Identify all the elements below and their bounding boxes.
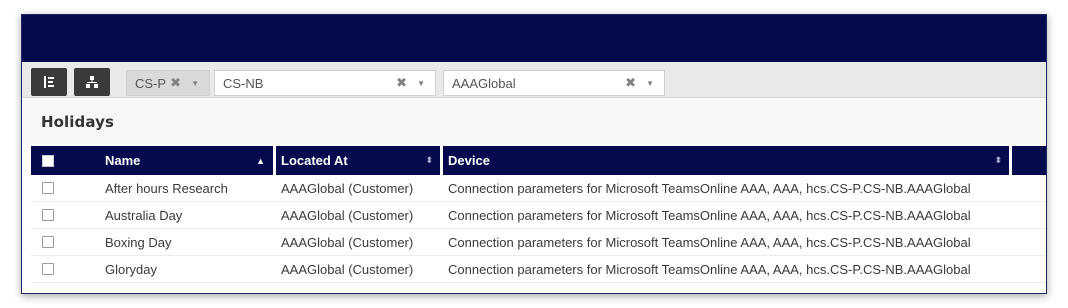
table-row[interactable]: Australia Day AAAGlobal (Customer) Conne… — [31, 202, 1046, 229]
cell-name: Gloryday — [105, 262, 158, 277]
caret-down-icon[interactable]: ▼ — [417, 79, 425, 88]
column-divider — [1009, 146, 1012, 175]
row-checkbox[interactable] — [42, 209, 54, 221]
column-header-device-label: Device — [448, 153, 490, 168]
cell-located-at: AAAGlobal (Customer) — [281, 262, 414, 277]
filter-select-3[interactable]: AAAGlobal ✖ ▼ — [443, 70, 665, 96]
table-row[interactable]: Gloryday AAAGlobal (Customer) Connection… — [31, 256, 1046, 283]
table-row[interactable]: Boxing Day AAAGlobal (Customer) Connecti… — [31, 229, 1046, 256]
caret-down-icon[interactable]: ▼ — [191, 79, 199, 88]
list-view-button[interactable] — [31, 68, 67, 96]
filter-select-1[interactable]: CS-P ✖ ▼ — [126, 70, 210, 96]
table-header: Name ▲ Located At ⬍ Device ⬍ — [31, 146, 1046, 175]
close-icon[interactable]: ✖ — [625, 75, 636, 91]
top-banner — [22, 15, 1046, 62]
page-title: Holidays — [41, 113, 115, 131]
title-area — [22, 99, 1046, 144]
cell-name: Australia Day — [105, 208, 183, 223]
cell-device: Connection parameters for Microsoft Team… — [448, 235, 971, 250]
filter-select-1-value: CS-P — [135, 75, 167, 91]
sort-icon[interactable]: ⬍ — [425, 155, 433, 166]
close-icon[interactable]: ✖ — [396, 75, 407, 91]
column-divider — [273, 146, 276, 175]
hierarchy-icon — [85, 75, 99, 89]
column-divider — [440, 146, 443, 175]
cell-located-at: AAAGlobal (Customer) — [281, 235, 414, 250]
column-header-located-at-label: Located At — [281, 153, 348, 168]
row-checkbox[interactable] — [42, 263, 54, 275]
sort-ascending-icon[interactable]: ▲ — [256, 156, 265, 166]
column-header-name-label: Name — [105, 153, 141, 168]
list-tree-icon — [42, 75, 56, 89]
column-header-name[interactable]: Name ▲ — [105, 146, 273, 175]
app-window: CS-P ✖ ▼ CS-NB ✖ ▼ AAAGlobal ✖ ▼ Holiday… — [21, 14, 1047, 294]
filter-toolbar: CS-P ✖ ▼ CS-NB ✖ ▼ AAAGlobal ✖ ▼ — [22, 62, 1046, 98]
filter-select-2[interactable]: CS-NB ✖ ▼ — [214, 70, 436, 96]
caret-down-icon[interactable]: ▼ — [646, 79, 654, 88]
cell-device: Connection parameters for Microsoft Team… — [448, 262, 971, 277]
cell-name: After hours Research — [105, 181, 228, 196]
hierarchy-view-button[interactable] — [74, 68, 110, 96]
cell-located-at: AAAGlobal (Customer) — [281, 208, 414, 223]
cell-located-at: AAAGlobal (Customer) — [281, 181, 414, 196]
row-checkbox[interactable] — [42, 182, 54, 194]
filter-select-2-value: CS-NB — [223, 75, 264, 91]
column-header-located-at[interactable]: Located At ⬍ — [281, 146, 441, 175]
table-row[interactable]: After hours Research AAAGlobal (Customer… — [31, 175, 1046, 202]
column-header-device[interactable]: Device ⬍ — [448, 146, 1010, 175]
cell-device: Connection parameters for Microsoft Team… — [448, 208, 971, 223]
row-checkbox[interactable] — [42, 236, 54, 248]
sort-icon[interactable]: ⬍ — [994, 155, 1002, 166]
select-all-checkbox[interactable] — [42, 155, 54, 167]
filter-select-3-value: AAAGlobal — [452, 75, 516, 91]
cell-name: Boxing Day — [105, 235, 172, 250]
close-icon[interactable]: ✖ — [170, 75, 181, 91]
cell-device: Connection parameters for Microsoft Team… — [448, 181, 971, 196]
